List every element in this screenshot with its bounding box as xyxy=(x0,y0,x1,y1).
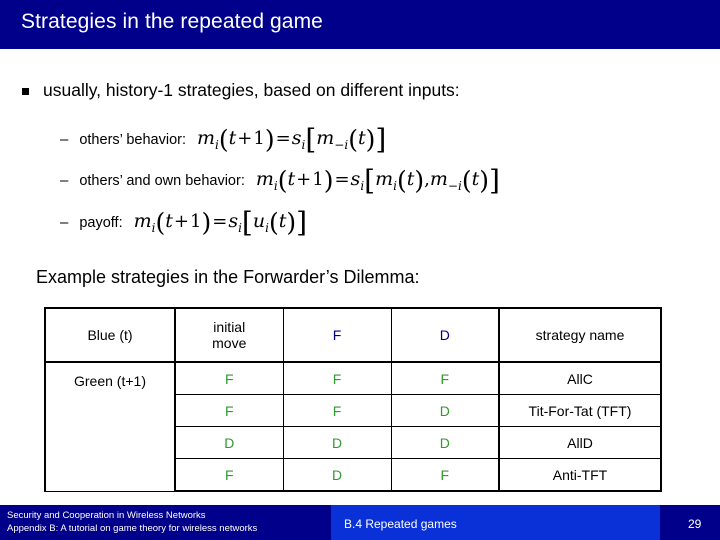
dash-bullet-icon: – xyxy=(60,214,69,231)
table-header-blue-t: Blue (t) xyxy=(44,307,176,363)
table-cell-d: F xyxy=(390,458,500,492)
table-header-strategy-name: strategy name xyxy=(498,307,662,363)
dash-bullet-icon: – xyxy=(60,172,69,189)
table-cell-f: D xyxy=(282,426,392,459)
bullet-level2-label: payoff: xyxy=(79,215,123,231)
footer-line1: Security and Cooperation in Wireless Net… xyxy=(7,510,206,521)
table-header-f: F xyxy=(282,307,392,363)
table-cell-strategy-name: AllD xyxy=(498,426,662,459)
footer-section-title: B.4 Repeated games xyxy=(344,517,457,531)
strategy-table: Blue (t) initial move F D strategy name … xyxy=(44,307,662,492)
table-rowlabel-green: Green (t+1) xyxy=(44,361,176,492)
table-row: Green (t+1) F F F AllC xyxy=(44,361,662,492)
table-cell-strategy-name: Tit-For-Tat (TFT) xyxy=(498,394,662,427)
table-cell-initial: F xyxy=(174,361,284,395)
table-header-d: D xyxy=(390,307,500,363)
bullet-level2-payoff: – payoff: mi(t+1)=si[ui(t)] xyxy=(60,206,307,239)
bullet-level2-others-and-own-behavior: – others’ and own behavior: mi(t+1)=si[m… xyxy=(60,164,500,197)
table-cell-d: F xyxy=(390,361,500,395)
table-cell-d: D xyxy=(390,426,500,459)
table-header-initial-line1: initial xyxy=(213,319,246,335)
table-cell-initial: D xyxy=(174,426,284,459)
bullet-level2-others-behavior: – others’ behavior: mi(t+1)=si[m−i(t)] xyxy=(60,123,386,156)
footer-line2: Appendix B: A tutorial on game theory fo… xyxy=(7,522,258,534)
footer-page-number: 29 xyxy=(688,517,702,531)
example-caption: Example strategies in the Forwarder’s Di… xyxy=(36,267,420,287)
table-cell-strategy-name: AllC xyxy=(498,361,662,395)
dash-bullet-icon: – xyxy=(60,131,69,148)
slide-footer: Security and Cooperation in Wireless Net… xyxy=(0,505,720,540)
page-title: Strategies in the repeated game xyxy=(21,10,323,33)
bullet-level1-label: usually, history-1 strategies, based on … xyxy=(43,80,460,100)
table-cell-d: D xyxy=(390,394,500,427)
table-cell-initial: F xyxy=(174,394,284,427)
table-header-initial-line2: move xyxy=(212,335,247,351)
table-header-row: Blue (t) initial move F D strategy name xyxy=(44,307,662,363)
formula-others-and-own-behavior: mi(t+1)=si[mi(t),m−i(t)] xyxy=(255,164,500,197)
formula-others-behavior: mi(t+1)=si[m−i(t)] xyxy=(197,123,387,156)
square-bullet-icon xyxy=(22,88,29,95)
slide-title-bar: Strategies in the repeated game xyxy=(0,0,720,49)
bullet-level2-label: others’ behavior: xyxy=(79,132,187,148)
table-cell-strategy-name: Anti-TFT xyxy=(498,458,662,492)
slide-content: usually, history-1 strategies, based on … xyxy=(0,49,720,503)
formula-payoff: mi(t+1)=si[ui(t)] xyxy=(133,206,308,239)
table-cell-initial: F xyxy=(174,458,284,492)
footer-course-info: Security and Cooperation in Wireless Net… xyxy=(7,510,257,535)
bullet-level1: usually, history-1 strategies, based on … xyxy=(22,79,460,101)
table-cell-f: F xyxy=(282,361,392,395)
table-cell-f: D xyxy=(282,458,392,492)
bullet-level2-label: others’ and own behavior: xyxy=(79,173,245,189)
table-cell-f: F xyxy=(282,394,392,427)
table-header-initial-move: initial move xyxy=(174,307,284,363)
